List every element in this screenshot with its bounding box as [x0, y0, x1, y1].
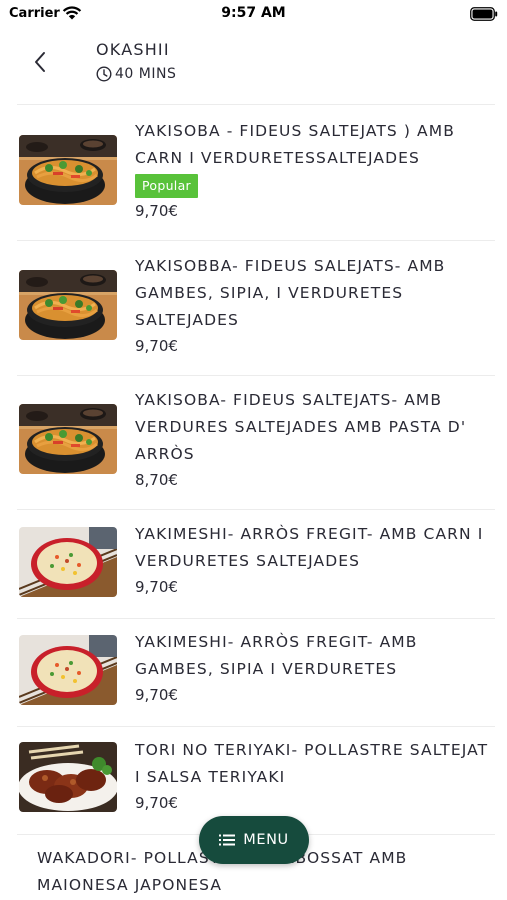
popular-badge: Popular: [135, 174, 198, 198]
item-name: YAKIMESHI- ARRÒS FREGIT- AMB GAMBES, SIP…: [135, 633, 418, 678]
restaurant-header: OKASHII 40 MINS: [0, 30, 507, 105]
chevron-left-icon: [35, 52, 45, 72]
battery-icon: [470, 7, 498, 21]
status-bar: Carrier 9:57 AM: [0, 0, 507, 30]
item-price: 9,70€: [135, 337, 178, 355]
item-price: 9,70€: [135, 202, 178, 220]
item-price: 9,70€: [135, 686, 178, 704]
item-price: 9,70€: [135, 578, 178, 596]
item-name: YAKISOBA- FIDEUS SALTEJATS- AMB VERDURES…: [135, 391, 467, 463]
fried-rice-image: [19, 635, 117, 705]
clock-icon: [96, 66, 112, 82]
menu-item[interactable]: YAKIMESHI- ARRÒS FREGIT- AMB GAMBES, SIP…: [0, 619, 507, 726]
yakisoba-noodles-image: [19, 135, 117, 205]
delivery-time: 40 MINS: [96, 66, 176, 82]
item-name: YAKIMESHI- ARRÒS FREGIT- AMB CARN I VERD…: [135, 525, 484, 570]
menu-item[interactable]: YAKISOBA- FIDEUS SALTEJATS- AMB VERDURES…: [0, 376, 507, 509]
item-price: 9,70€: [135, 794, 178, 812]
list-icon: [219, 834, 236, 846]
delivery-time-label: 40 MINS: [115, 66, 177, 82]
back-button[interactable]: [22, 44, 58, 80]
item-name: YAKISOBBA- FIDEUS SALEJATS- AMB GAMBES, …: [135, 257, 446, 329]
fried-rice-image: [19, 527, 117, 597]
menu-item[interactable]: YAKIMESHI- ARRÒS FREGIT- AMB CARN I VERD…: [0, 510, 507, 618]
menu-button-label: MENU: [243, 832, 289, 848]
menu-item[interactable]: YAKISOBA - FIDEUS SALTEJATS ) AMB CARN I…: [0, 105, 507, 240]
menu-button[interactable]: MENU: [199, 816, 309, 864]
store-name: OKASHII: [96, 40, 170, 59]
item-name: YAKISOBA - FIDEUS SALTEJATS ) AMB CARN I…: [135, 122, 455, 167]
yakisoba-noodles-image: [19, 270, 117, 340]
item-price: 8,70€: [135, 471, 178, 489]
yakisoba-noodles-image: [19, 404, 117, 474]
menu-item[interactable]: YAKISOBBA- FIDEUS SALEJATS- AMB GAMBES, …: [0, 241, 507, 375]
item-name: TORI NO TERIYAKI- POLLASTRE SALTEJAT I S…: [135, 741, 489, 786]
teriyaki-chicken-image: [19, 742, 117, 812]
status-time: 9:57 AM: [221, 5, 286, 21]
